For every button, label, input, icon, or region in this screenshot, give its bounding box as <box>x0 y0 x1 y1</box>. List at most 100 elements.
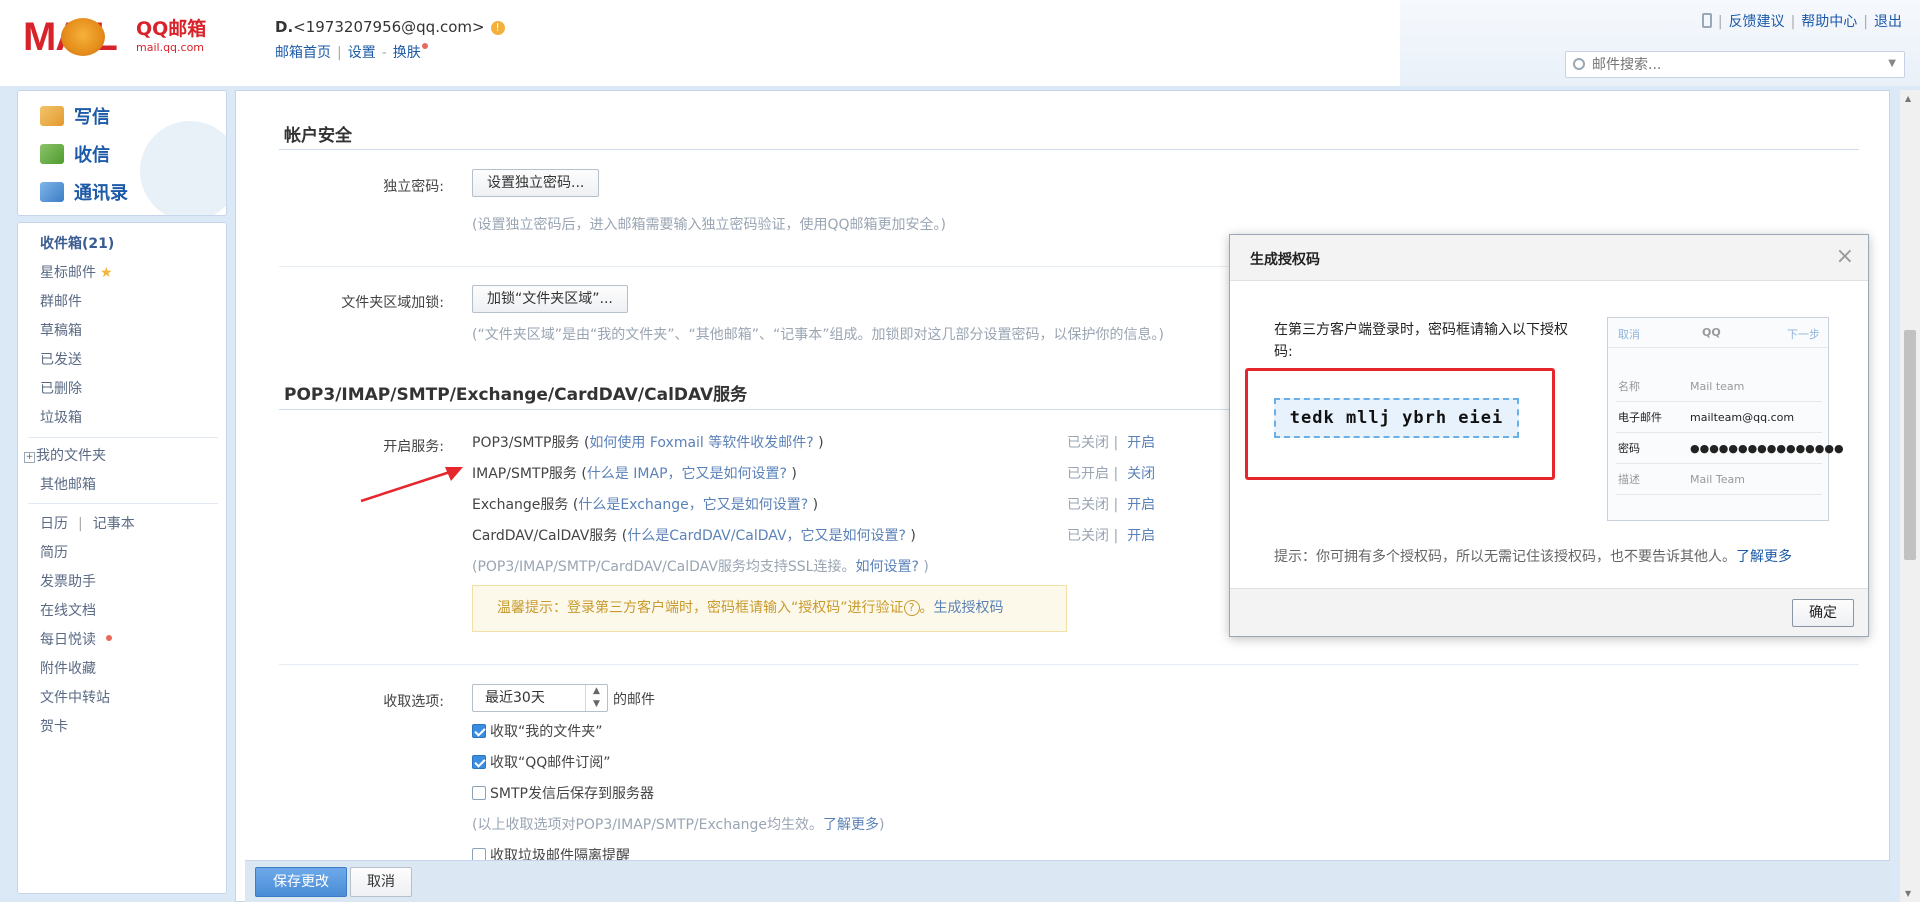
independent-password-label: 独立密码: <box>383 179 444 195</box>
compose-button[interactable]: 写信 <box>40 103 110 129</box>
new-dot-icon <box>421 43 428 49</box>
generate-auth-code-link[interactable]: 生成授权码 <box>934 600 1004 616</box>
qq-mail-logo[interactable]: MAIL QQ邮箱 mail.qq.com <box>23 16 213 58</box>
mock-brand: QQ <box>1702 326 1721 339</box>
section-title-account-security: 帐户安全 <box>284 126 352 146</box>
star-icon: ★ <box>100 265 113 281</box>
sidebar-calendar-notebook: 日历 | 记事本 <box>40 513 135 533</box>
help-icon[interactable]: ? <box>903 600 920 616</box>
annotation-arrow-icon <box>360 467 463 503</box>
option-label: SMTP发信后保存到服务器 <box>490 786 654 802</box>
folder-lock-label: 文件夹区域加锁: <box>341 295 444 311</box>
cancel-button[interactable]: 取消 <box>350 867 412 897</box>
page-scrollbar[interactable]: ▲ ▼ <box>1900 90 1920 902</box>
tiger-icon <box>61 18 105 56</box>
option-save-sent-smtp[interactable]: SMTP发信后保存到服务器 <box>472 783 654 803</box>
close-icon[interactable]: × <box>1836 244 1854 269</box>
sidebar-item-deleted[interactable]: 已删除 <box>40 378 82 398</box>
save-changes-button[interactable]: 保存更改 <box>255 867 347 897</box>
chevron-down-icon[interactable]: ▼ <box>1888 58 1896 69</box>
folder-lock-hint: (“文件夹区域”是由“我的文件夹”、“其他邮箱”、“记事本”组成。加锁即对这几部… <box>472 327 1164 343</box>
status-text: 已关闭 <box>1067 528 1109 544</box>
paren-close: ) <box>918 559 929 575</box>
option-label: 收取“我的文件夹” <box>490 724 603 740</box>
auth-code-value[interactable]: tedk mllj ybrh eiei <box>1274 398 1519 438</box>
new-dot-icon <box>106 635 112 641</box>
tip-text: 温馨提示：登录第三方客户端时，密码框请输入“授权码”进行验证 <box>497 600 904 616</box>
service-name: CardDAV/CalDAV服务 ( <box>472 528 628 544</box>
lock-folder-area-button[interactable]: 加锁“文件夹区域”... <box>472 285 628 313</box>
footer-bar: 保存更改 取消 <box>245 860 1890 902</box>
sidebar-item-file-transfer[interactable]: 文件中转站 <box>40 687 110 707</box>
sidebar-item-sent[interactable]: 已发送 <box>40 349 82 369</box>
independent-password-hint: (设置独立密码后，进入邮箱需要输入独立密码验证，使用QQ邮箱更加安全。) <box>472 217 946 233</box>
enable-exchange-button[interactable]: 开启 <box>1127 497 1155 513</box>
sidebar-item-cards[interactable]: 贺卡 <box>40 716 68 736</box>
auth-code-tip: 温馨提示：登录第三方客户端时，密码框请输入“授权码”进行验证? 。生成授权码 <box>472 585 1067 632</box>
contacts-button[interactable]: 通讯录 <box>40 179 128 205</box>
checkbox-checked[interactable] <box>472 724 486 738</box>
sidebar-item-my-folders[interactable]: + 我的文件夹 <box>24 445 106 465</box>
section-title-services: POP3/IMAP/SMTP/Exchange/CardDAV/CalDAV服务 <box>284 385 748 405</box>
enable-carddav-button[interactable]: 开启 <box>1127 528 1155 544</box>
option-receive-subscriptions[interactable]: 收取“QQ邮件订阅” <box>472 752 611 772</box>
receive-range-select[interactable]: 最近30天 ▲ ▼ <box>472 684 608 712</box>
disable-imap-button[interactable]: 关闭 <box>1127 466 1155 482</box>
sidebar-item-attachments[interactable]: 附件收藏 <box>40 658 96 678</box>
sidebar-item-spam[interactable]: 垃圾箱 <box>40 407 82 427</box>
mock-row: 描述 Mail Team <box>1616 465 1822 495</box>
divider: | <box>78 516 83 532</box>
sidebar-item-group[interactable]: 群邮件 <box>40 291 82 311</box>
link-mail-home[interactable]: 邮箱首页 <box>275 45 331 61</box>
mail-search[interactable]: ▼ <box>1565 51 1905 78</box>
sidebar-item-starred[interactable]: 星标邮件 ★ <box>40 262 113 282</box>
sidebar-item-calendar[interactable]: 日历 <box>40 516 68 532</box>
scrollbar-thumb[interactable] <box>1904 330 1916 560</box>
sidebar-item-inbox[interactable]: 收件箱(21) <box>40 233 114 253</box>
service-help-link[interactable]: 如何使用 Foxmail 等软件收发邮件? <box>589 435 813 451</box>
pencil-icon <box>40 106 64 126</box>
sidebar-item-invoice[interactable]: 发票助手 <box>40 571 96 591</box>
phone-icon[interactable] <box>1701 13 1712 28</box>
link-change-skin[interactable]: 换肤 <box>393 45 421 61</box>
dialog-header: 生成授权码 × <box>1230 235 1868 281</box>
link-logout[interactable]: 退出 <box>1874 14 1902 30</box>
confirm-button[interactable]: 确定 <box>1792 599 1854 627</box>
sidebar-item-daily-read[interactable]: 每日悦读 <box>40 629 112 649</box>
search-input[interactable] <box>1592 55 1872 75</box>
receive-button[interactable]: 收信 <box>40 141 110 167</box>
scroll-down-icon[interactable]: ▼ <box>1905 889 1911 898</box>
auth-code-dialog: 生成授权码 × 在第三方客户端登录时，密码框请输入以下授权码: tedk mll… <box>1229 234 1869 637</box>
link-settings[interactable]: 设置 <box>348 45 376 61</box>
sidebar-item-notebook[interactable]: 记事本 <box>93 516 135 532</box>
mock-value: ●●●●●●●●●●●●●●●● <box>1690 442 1844 455</box>
dialog-note: 提示：你可拥有多个授权码，所以无需记住该授权码，也不要告诉其他人。了解更多 <box>1274 546 1792 566</box>
option-receive-my-folders[interactable]: 收取“我的文件夹” <box>472 721 603 741</box>
scroll-up-icon[interactable]: ▲ <box>1905 94 1911 103</box>
learn-more-link[interactable]: 了解更多 <box>1736 549 1792 565</box>
service-help-link[interactable]: 什么是CardDAV/CalDAV，它又是如何设置? <box>627 528 906 544</box>
ssl-setup-link[interactable]: 如何设置? <box>855 559 918 575</box>
set-independent-password-button[interactable]: 设置独立密码... <box>472 169 600 197</box>
logo-url: mail.qq.com <box>136 41 205 54</box>
select-value: 最近30天 <box>485 690 545 706</box>
checkbox-checked[interactable] <box>472 755 486 769</box>
option-label: 收取“QQ邮件订阅” <box>490 755 611 771</box>
user-email: <1973207956@qq.com> <box>293 18 485 36</box>
sidebar-item-resume[interactable]: 简历 <box>40 542 68 562</box>
enable-pop3-button[interactable]: 开启 <box>1127 435 1155 451</box>
link-help-center[interactable]: 帮助中心 <box>1801 14 1857 30</box>
learn-more-link[interactable]: 了解更多 <box>823 817 879 833</box>
sidebar-item-other-mail[interactable]: 其他邮箱 <box>40 474 96 494</box>
checkbox-unchecked[interactable] <box>472 786 486 800</box>
warning-icon[interactable]: ! <box>490 21 505 35</box>
link-feedback[interactable]: 反馈建议 <box>1729 14 1785 30</box>
service-help-link[interactable]: 什么是Exchange，它又是如何设置? <box>578 497 808 513</box>
divider <box>279 266 1239 267</box>
sidebar-item-docs[interactable]: 在线文档 <box>40 600 96 620</box>
expand-icon[interactable]: + <box>24 452 35 463</box>
mock-header: 取消 QQ 下一步 <box>1608 318 1828 348</box>
ssl-hint-text: (POP3/IMAP/SMTP/CardDAV/CalDAV服务均支持SSL连接… <box>472 559 856 575</box>
service-help-link[interactable]: 什么是 IMAP，它又是如何设置? <box>587 466 787 482</box>
sidebar-item-drafts[interactable]: 草稿箱 <box>40 320 82 340</box>
